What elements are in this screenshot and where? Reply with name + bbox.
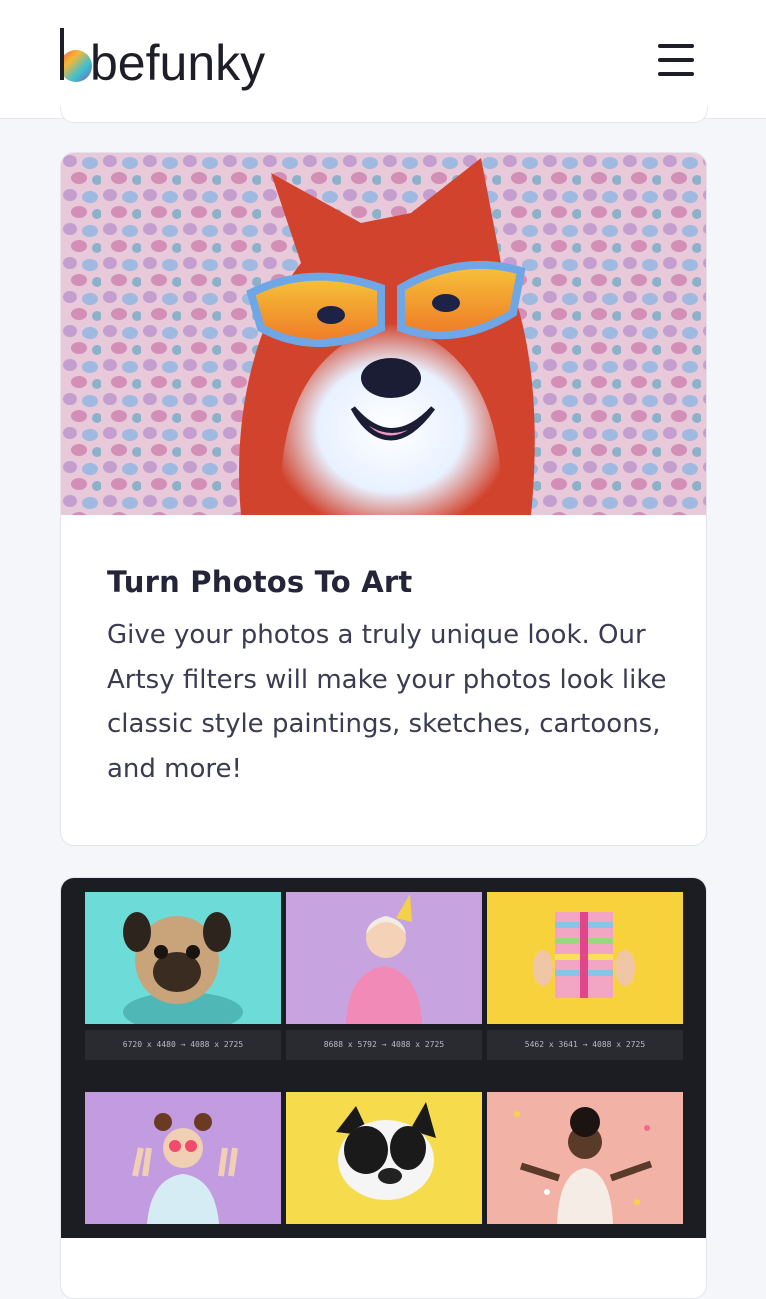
girl-peace-sign-photo — [85, 1092, 281, 1224]
hamburger-menu-icon[interactable] — [654, 40, 698, 80]
senior-woman-party-photo — [286, 892, 482, 1024]
feature-card-photo-to-art[interactable]: Turn Photos To Art Give your photos a tr… — [60, 152, 707, 846]
feature-card-body: Turn Photos To Art Give your photos a tr… — [107, 565, 677, 791]
batch-photo-grid: 6720 x 4480 → 4088 x 2725 8688 x 5792 → … — [61, 878, 706, 1238]
confetti-woman-photo — [487, 1092, 683, 1224]
pug-photo — [85, 892, 281, 1024]
logo-text: befunky — [90, 35, 265, 91]
feature-card-title: Turn Photos To Art — [107, 565, 413, 599]
previous-card-edge — [60, 106, 708, 123]
french-bulldog-photo — [286, 1092, 482, 1224]
feature-card-batch-resize[interactable]: 6720 x 4480 → 4088 x 2725 8688 x 5792 → … — [60, 877, 707, 1299]
resolution-label: 8688 x 5792 → 4088 x 2725 — [286, 1030, 482, 1060]
artsy-dog-painting — [61, 153, 706, 515]
resolution-label: 6720 x 4480 → 4088 x 2725 — [85, 1030, 281, 1060]
feature-card-description: Give your photos a truly unique look. Ou… — [107, 620, 667, 784]
site-header: befunky — [0, 0, 766, 119]
resolution-label: 5462 x 3641 → 4088 x 2725 — [487, 1030, 683, 1060]
gift-box-photo — [487, 892, 683, 1024]
befunky-logo[interactable]: befunky — [56, 22, 276, 96]
